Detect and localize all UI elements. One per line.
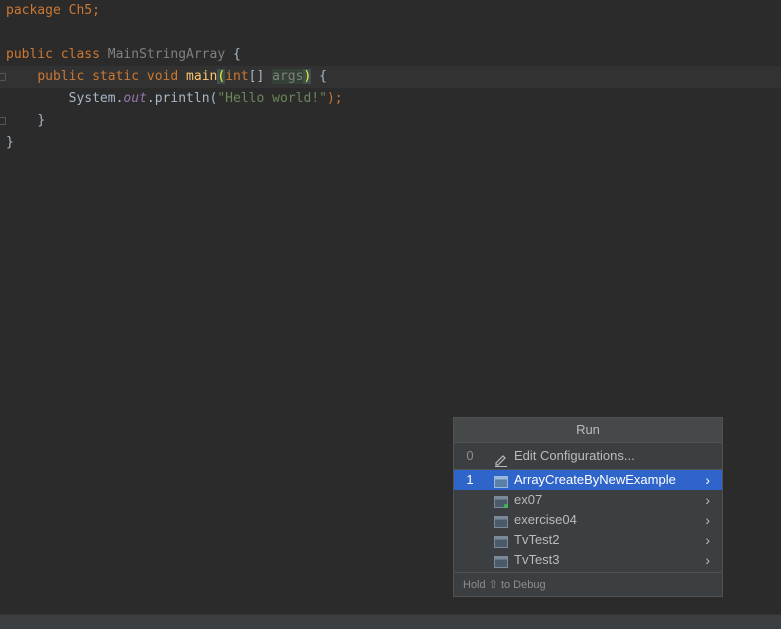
item-label: ArrayCreateByNewExample bbox=[514, 472, 676, 487]
closing-brace: } bbox=[37, 113, 46, 128]
chevron-right-icon[interactable]: › bbox=[705, 490, 710, 510]
code-text: { bbox=[311, 69, 327, 84]
item-label: exercise04 bbox=[514, 512, 577, 527]
string-literal: "Hello world!" bbox=[217, 91, 327, 106]
closing-brace: } bbox=[6, 135, 14, 150]
item-number: 1 bbox=[466, 472, 474, 487]
chevron-right-icon[interactable]: › bbox=[705, 550, 710, 570]
popup-title: Run bbox=[454, 418, 722, 443]
item-label: ex07 bbox=[514, 492, 543, 507]
run-config-icon bbox=[494, 474, 508, 488]
run-config-icon bbox=[494, 494, 508, 508]
item-number: 0 bbox=[466, 448, 474, 463]
code-line-1: package Ch5; bbox=[6, 0, 100, 22]
code-text: { bbox=[225, 47, 241, 62]
run-config-item[interactable]: ex07 › bbox=[454, 490, 722, 510]
keyword: void bbox=[146, 69, 179, 84]
code-line-3: public class MainStringArray { bbox=[6, 44, 241, 66]
popup-footer-hint: Hold ⇧ to Debug bbox=[454, 572, 722, 596]
code-text: System. bbox=[68, 91, 124, 106]
keyword: public bbox=[6, 47, 53, 62]
keyword: class bbox=[60, 47, 100, 62]
keyword: package bbox=[6, 3, 61, 18]
type-keyword: int bbox=[225, 69, 249, 84]
code-line-4: public static void main(int[] args) { bbox=[6, 66, 327, 88]
code-text: .println( bbox=[146, 91, 218, 106]
code-text: ); bbox=[326, 91, 343, 106]
parameter-name: args bbox=[272, 69, 304, 84]
run-config-icon bbox=[494, 534, 508, 548]
run-popup: Run 0 Edit Configurations... 1 ArrayCrea… bbox=[453, 417, 723, 597]
chevron-right-icon[interactable]: › bbox=[705, 470, 710, 490]
run-config-item[interactable]: 1 ArrayCreateByNewExample › bbox=[454, 470, 722, 490]
code-line-7: } bbox=[6, 132, 14, 154]
run-config-item[interactable]: exercise04 › bbox=[454, 510, 722, 530]
item-label: TvTest2 bbox=[514, 532, 560, 547]
run-config-item[interactable]: TvTest2 › bbox=[454, 530, 722, 550]
code-line-5: System.out.println("Hello world!"); bbox=[6, 88, 343, 110]
chevron-right-icon[interactable]: › bbox=[705, 530, 710, 550]
code-text: [] bbox=[248, 69, 273, 84]
keyword: public bbox=[37, 69, 85, 84]
keyword: static bbox=[92, 69, 140, 84]
edit-configurations-item[interactable]: 0 Edit Configurations... bbox=[454, 443, 722, 469]
item-label: TvTest3 bbox=[514, 552, 560, 567]
run-config-icon bbox=[494, 554, 508, 568]
status-bar bbox=[0, 614, 781, 629]
chevron-right-icon[interactable]: › bbox=[705, 510, 710, 530]
run-config-icon bbox=[494, 514, 508, 528]
code-line-6: } bbox=[6, 110, 45, 132]
static-field: out bbox=[123, 91, 147, 106]
package-name: Ch5; bbox=[60, 3, 100, 18]
class-name: MainStringArray bbox=[107, 47, 226, 62]
item-label: Edit Configurations... bbox=[514, 448, 635, 463]
pencil-icon bbox=[494, 450, 508, 467]
run-config-item[interactable]: TvTest3 › bbox=[454, 550, 722, 570]
method-name: main bbox=[186, 69, 218, 84]
paren-open: ( bbox=[217, 69, 226, 84]
